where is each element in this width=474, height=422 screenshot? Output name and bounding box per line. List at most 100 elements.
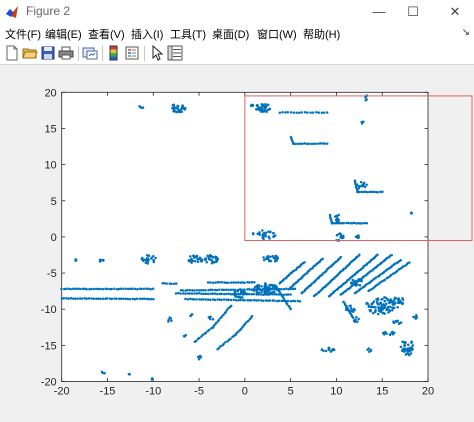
data-point — [252, 298, 256, 302]
data-point — [194, 260, 197, 263]
data-point — [230, 281, 233, 284]
data-point — [227, 281, 230, 284]
property-inspector-icon[interactable] — [167, 45, 183, 61]
menu-window[interactable]: 窗口(W) — [257, 26, 297, 42]
data-point — [267, 258, 270, 261]
menu-insert[interactable]: 插入(I) — [131, 26, 163, 42]
data-point — [361, 222, 364, 225]
insert-colorbar-icon[interactable] — [106, 45, 122, 61]
data-point — [151, 287, 155, 290]
data-point — [296, 299, 300, 303]
data-point — [289, 293, 292, 296]
data-point — [312, 142, 315, 146]
data-point — [196, 257, 199, 261]
data-point — [190, 258, 193, 261]
menu-view[interactable]: 查看(V) — [88, 26, 125, 42]
close-button[interactable]: ✕ — [440, 0, 470, 24]
new-figure-icon[interactable] — [4, 45, 20, 61]
data-point — [190, 261, 193, 264]
menu-tools[interactable]: 工具(T) — [170, 26, 206, 42]
data-point — [286, 293, 290, 296]
data-point — [195, 292, 199, 295]
dock-arrow-icon[interactable]: ↘ — [462, 27, 470, 38]
data-point — [389, 298, 392, 301]
data-point — [206, 281, 210, 284]
data-point — [289, 111, 293, 114]
data-point — [147, 298, 151, 301]
data-point — [284, 111, 287, 114]
data-point — [62, 296, 66, 300]
data-point — [303, 142, 306, 145]
data-point — [67, 297, 70, 300]
data-point — [298, 300, 302, 303]
data-point — [264, 104, 268, 107]
minimize-button[interactable]: — — [364, 0, 394, 24]
data-point — [366, 190, 369, 194]
data-point — [128, 297, 132, 301]
data-point — [335, 214, 338, 218]
data-point — [196, 260, 200, 264]
data-point — [352, 281, 355, 284]
x-tick-label: -10 — [145, 386, 161, 398]
data-point — [293, 287, 297, 291]
edit-plot-icon[interactable] — [149, 45, 165, 61]
data-point — [188, 297, 192, 301]
menu-edit[interactable]: 编辑(E) — [45, 26, 82, 42]
data-point — [357, 234, 360, 237]
data-point — [133, 287, 137, 291]
data-point — [366, 302, 369, 305]
data-point — [105, 297, 109, 300]
data-point — [181, 292, 185, 295]
data-point — [245, 293, 248, 296]
maximize-button[interactable]: ☐ — [398, 0, 428, 24]
data-point — [141, 106, 145, 109]
print-icon[interactable] — [58, 45, 74, 61]
data-point — [381, 190, 384, 194]
data-point — [187, 259, 191, 263]
data-point — [356, 283, 359, 286]
data-point — [396, 298, 400, 301]
data-point — [215, 288, 219, 292]
data-point — [90, 297, 93, 300]
data-point — [236, 281, 240, 284]
insert-legend-icon[interactable] — [124, 45, 140, 61]
data-point — [399, 259, 403, 262]
open-file-icon[interactable] — [22, 45, 38, 61]
data-point — [170, 319, 173, 323]
x-tick-label: 15 — [376, 386, 388, 398]
data-point — [374, 310, 377, 313]
data-point — [204, 257, 207, 260]
data-point — [174, 292, 178, 295]
data-point — [146, 262, 149, 265]
link-figure-icon[interactable] — [82, 45, 98, 61]
save-icon[interactable] — [40, 45, 56, 61]
data-point — [117, 287, 121, 291]
data-point — [306, 111, 309, 114]
data-point — [138, 105, 141, 108]
data-point — [307, 142, 311, 146]
menu-desktop[interactable]: 桌面(D) — [212, 26, 249, 42]
figure-canvas[interactable]: -20 -15 -10 -5 0 5 10 15 20 -20 -15 -10 -5 0 5 10 15 20 — [0, 65, 474, 422]
data-point — [149, 297, 153, 301]
data-point — [392, 321, 396, 325]
data-point — [268, 288, 271, 291]
data-point — [372, 190, 376, 194]
y-tick-label: -5 — [47, 268, 57, 280]
data-point — [367, 347, 370, 350]
data-point — [257, 298, 260, 302]
menu-help[interactable]: 帮助(H) — [303, 26, 340, 42]
data-point — [379, 301, 383, 305]
scatter-plot[interactable]: -20 -15 -10 -5 0 5 10 15 20-20-15-10-505101520 — [0, 65, 474, 422]
data-point — [332, 222, 336, 225]
data-point — [234, 294, 237, 297]
data-point — [99, 297, 102, 301]
y-tick-label: 10 — [44, 160, 56, 172]
data-point — [186, 298, 190, 301]
menu-file[interactable]: 文件(F) — [5, 26, 41, 42]
matlab-logo-icon — [6, 6, 18, 18]
data-point — [229, 298, 233, 302]
data-point — [163, 281, 166, 285]
data-point — [154, 256, 157, 260]
data-point — [352, 221, 356, 225]
data-point — [216, 292, 219, 296]
